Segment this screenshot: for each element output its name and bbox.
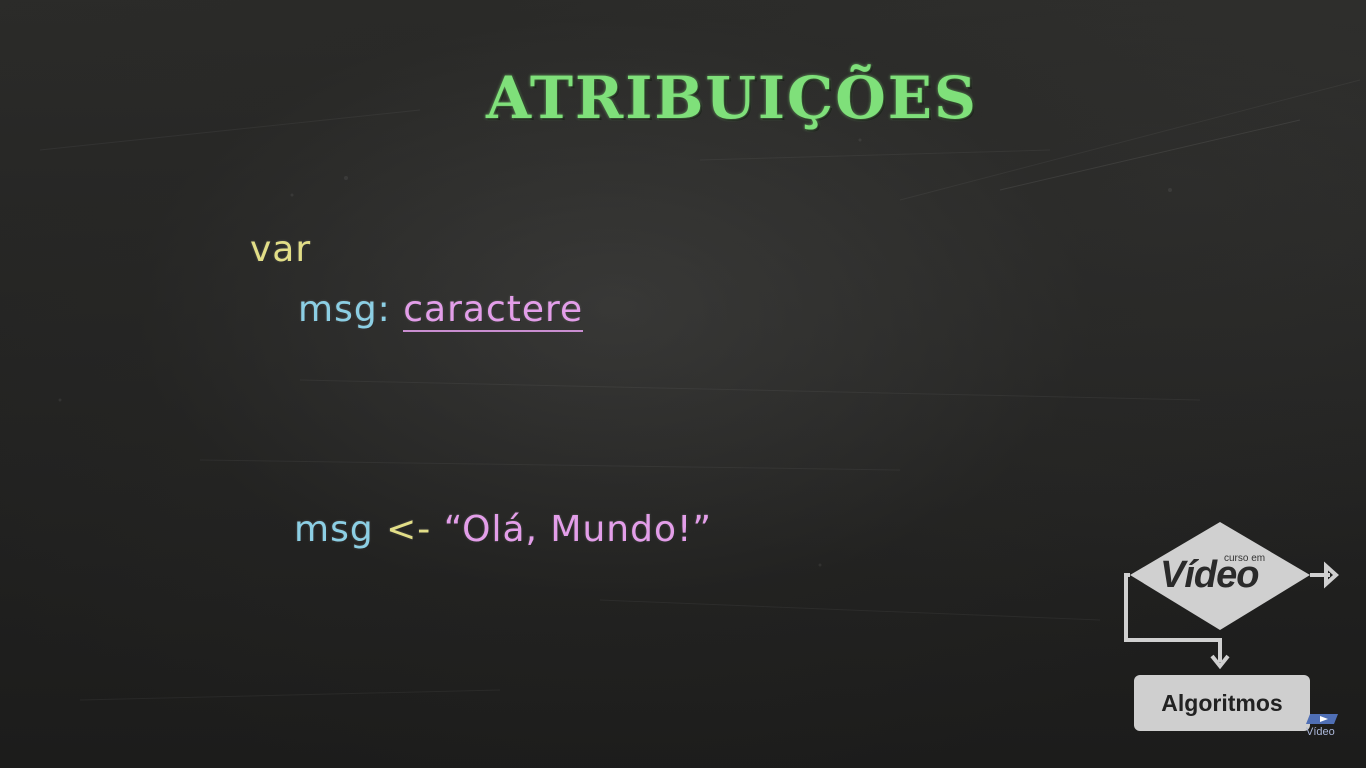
declared-variable: msg: xyxy=(298,289,391,330)
mini-video-label: Vídeo xyxy=(1306,726,1335,738)
assigned-string: “Olá, Mundo!” xyxy=(443,509,713,550)
variable-type: caractere xyxy=(403,289,584,332)
assigned-variable: msg xyxy=(294,509,374,550)
slide-title: ATRIBUIÇÕES xyxy=(486,64,978,132)
curso-em-video-logo: curso em Vídeo Algoritmos Vídeo xyxy=(1120,520,1360,750)
assignment-line: msg <- “Olá, Mundo!” xyxy=(294,508,712,552)
course-badge: Algoritmos xyxy=(1134,675,1310,731)
declaration-line: msg: caractere xyxy=(298,288,584,332)
assignment-operator: <- xyxy=(386,509,432,550)
logo-video-label: Vídeo xyxy=(1160,554,1259,596)
var-keyword: var xyxy=(250,229,312,270)
